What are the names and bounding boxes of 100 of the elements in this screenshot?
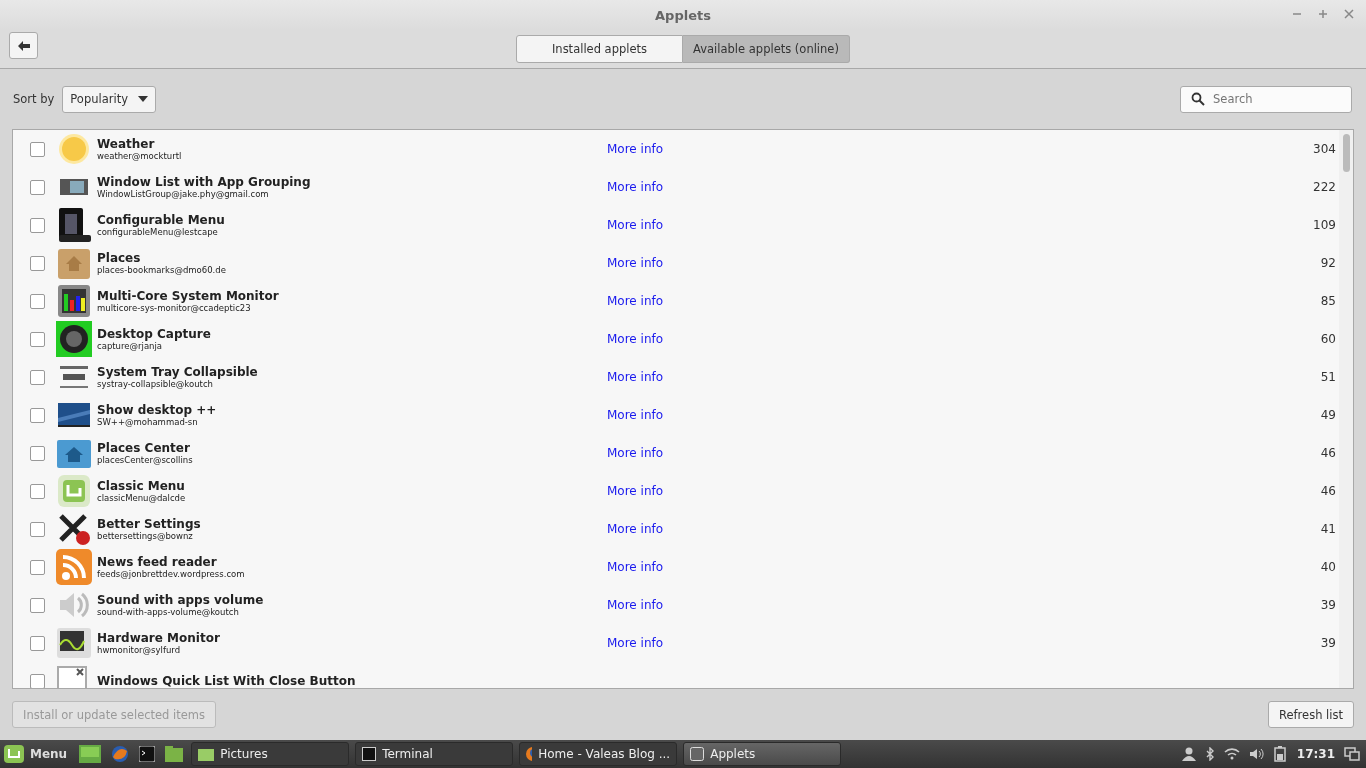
more-info-link[interactable]: More info (607, 218, 664, 232)
checkbox[interactable] (30, 597, 45, 613)
taskbar-window-button[interactable]: Terminal (355, 742, 514, 766)
more-info-link[interactable]: More info (607, 294, 664, 308)
score: 109 (1313, 218, 1336, 232)
user-icon[interactable] (1181, 747, 1196, 761)
applet-uuid: WindowListGroup@jake.phy@gmail.com (97, 189, 270, 199)
applet-row[interactable]: Show desktop ++ SW++@mohammad-sn More info 49 (13, 396, 1339, 434)
more-info-link[interactable]: More info (607, 636, 664, 650)
applet-row[interactable]: Classic Menu classicMenu@dalcde More info 46 (13, 472, 1339, 510)
applet-uuid: SW++@mohammad-sn (97, 417, 199, 427)
applet-name: Better Settings (97, 517, 202, 531)
tab[interactable]: Installed applets (516, 35, 683, 63)
more-info-link[interactable]: More info (607, 180, 664, 194)
score: 41 (1320, 522, 1336, 536)
applet-row[interactable]: Weather weather@mockturtl More info 304 (13, 130, 1339, 168)
search-field[interactable]: Search (1180, 85, 1352, 113)
score: 51 (1320, 370, 1336, 384)
checkbox[interactable] (30, 369, 45, 385)
more-info-link[interactable]: More info (607, 484, 664, 498)
folder-icon[interactable] (165, 746, 184, 762)
score: 304 (1313, 142, 1336, 156)
checkbox[interactable] (30, 521, 45, 537)
maximize-icon[interactable] (1318, 9, 1328, 19)
search-icon (1191, 92, 1205, 106)
terminal-icon[interactable] (139, 746, 156, 762)
more-info-link[interactable]: More info (607, 446, 664, 460)
volume-icon[interactable] (1248, 748, 1265, 760)
more-info-link[interactable]: More info (607, 142, 664, 156)
close-icon[interactable] (1344, 9, 1354, 19)
applet-row[interactable]: Window List with App Grouping WindowListGroup@jake.phy@gmail.com More info 222 (13, 168, 1339, 206)
score: 60 (1320, 332, 1336, 346)
applet-row[interactable]: Windows Quick List With Close Button (13, 662, 1339, 688)
checkbox[interactable] (30, 407, 45, 423)
more-info-link[interactable]: More info (607, 256, 664, 270)
applet-name: System Tray Collapsible (97, 365, 259, 379)
applet-name: Window List with App Grouping (97, 175, 312, 189)
more-info-link[interactable]: More info (607, 332, 664, 346)
checkbox[interactable] (30, 483, 45, 499)
back-button[interactable] (9, 32, 38, 59)
more-info-link[interactable]: More info (607, 408, 664, 422)
score: 85 (1320, 294, 1336, 308)
bluetooth-icon[interactable] (1204, 747, 1215, 761)
more-info-link[interactable]: More info (607, 560, 664, 574)
applet-uuid: multicore-sys-monitor@ccadeptic23 (97, 303, 252, 313)
checkbox[interactable] (30, 331, 45, 347)
window-list-icon (60, 179, 88, 195)
checkbox[interactable] (30, 445, 45, 461)
applet-name: Configurable Menu (97, 213, 226, 227)
applet-name: Multi-Core System Monitor (97, 289, 280, 303)
more-info-link[interactable]: More info (607, 370, 664, 384)
checkbox[interactable] (30, 255, 45, 271)
scrollbar[interactable] (1339, 130, 1353, 688)
applet-row[interactable]: Places places-bookmarks@dmo60.de More info 92 (13, 244, 1339, 282)
back-arrow-icon (17, 40, 30, 51)
applet-name: Windows Quick List With Close Button (97, 674, 357, 688)
tab[interactable]: Available applets (online) (683, 35, 850, 63)
applet-uuid: placesCenter@scollins (97, 455, 194, 465)
battery-icon[interactable] (1273, 746, 1288, 762)
search-input[interactable]: Search (1211, 91, 1335, 107)
show-desktop-icon[interactable] (1344, 747, 1360, 761)
applet-uuid: feeds@jonbrettdev.wordpress.com (97, 569, 246, 579)
taskbar-window-button[interactable]: Home - Valeas Blog ... (519, 742, 678, 766)
applet-row[interactable]: Places Center placesCenter@scollins More info 46 (13, 434, 1339, 472)
more-info-link[interactable]: More info (607, 598, 664, 612)
applet-row[interactable]: Hardware Monitor hwmonitor@sylfurd More info 39 (13, 624, 1339, 662)
taskbar-window-button[interactable]: Applets (683, 742, 842, 766)
checkbox[interactable] (30, 559, 45, 575)
applet-row[interactable]: System Tray Collapsible systray-collapsible@koutch More info 51 (13, 358, 1339, 396)
applet-row[interactable]: Multi-Core System Monitor multicore-sys-monitor@ccadeptic23 More info 85 (13, 282, 1339, 320)
clock: 17:31 (1296, 747, 1335, 761)
checkbox[interactable] (30, 635, 45, 651)
applet-row[interactable]: News feed reader feeds@jonbrettdev.wordpress.com More info 40 (13, 548, 1339, 586)
menu-button[interactable]: Menu (0, 745, 72, 763)
checkbox[interactable] (30, 179, 45, 195)
applet-name: Hardware Monitor (97, 631, 221, 645)
applet-name: Places (97, 251, 142, 265)
more-info-link[interactable]: More info (607, 522, 664, 536)
taskbar-window-button[interactable]: Pictures (191, 742, 350, 766)
applet-row[interactable]: Desktop Capture capture@rjanja More info 60 (13, 320, 1339, 358)
caret-icon (138, 96, 148, 102)
applet-name: Desktop Capture (97, 327, 212, 341)
checkbox[interactable] (30, 217, 45, 233)
applet-row[interactable]: Sound with apps volume sound-with-apps-volume@koutch More info 39 (13, 586, 1339, 624)
applet-uuid: sound-with-apps-volume@koutch (97, 607, 240, 617)
checkbox[interactable] (30, 293, 45, 309)
applet-row[interactable]: Better Settings bettersettings@bownz More info 41 (13, 510, 1339, 548)
applet-name: Classic Menu (97, 479, 186, 493)
wifi-icon[interactable] (1223, 748, 1240, 760)
score: 40 (1320, 560, 1336, 574)
applet-uuid: places-bookmarks@dmo60.de (97, 265, 227, 275)
sort-dropdown[interactable]: Popularity (62, 85, 156, 113)
applet-row[interactable]: Configurable Menu configurableMenu@lestcape More info 109 (13, 206, 1339, 244)
score: 222 (1313, 180, 1336, 194)
checkbox[interactable] (30, 141, 45, 157)
monitor-icon[interactable] (79, 745, 102, 763)
globe-icon[interactable] (111, 745, 130, 763)
refresh-button[interactable]: Refresh list (1268, 701, 1354, 728)
checkbox[interactable] (30, 673, 45, 688)
score: 46 (1320, 446, 1336, 460)
